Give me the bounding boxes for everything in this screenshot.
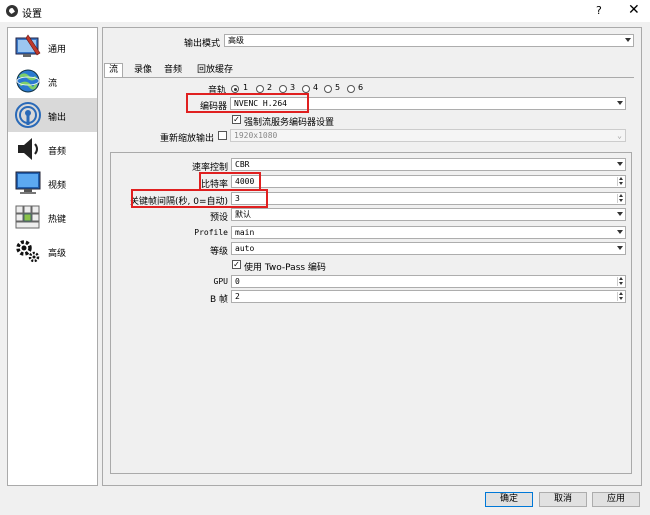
bframes-label: B 帧	[209, 295, 228, 305]
settings-sidebar: 通用 流 输出 音频 视频 热键 高级	[7, 27, 98, 486]
spin-buttons[interactable]	[617, 277, 624, 286]
keyframe-interval-spinbox[interactable]: 3	[231, 192, 626, 205]
two-pass-label: 使用 Two-Pass 编码	[244, 263, 326, 273]
sidebar-item-stream[interactable]: 流	[8, 64, 97, 98]
gpu-spinbox[interactable]: 0	[231, 275, 626, 288]
sidebar-item-label: 视频	[48, 181, 67, 191]
output-mode-select[interactable]: 高级	[224, 34, 634, 47]
audio-track-option-label: 5	[335, 83, 341, 92]
spin-buttons[interactable]	[617, 177, 624, 186]
audio-track-option-label: 3	[290, 83, 296, 92]
title-bar	[0, 0, 650, 22]
spin-buttons[interactable]	[617, 292, 624, 301]
profile-value: main	[235, 228, 255, 237]
spin-down-icon	[619, 297, 623, 300]
sidebar-item-hotkeys[interactable]: 热键	[8, 200, 97, 234]
rescale-value: 1920x1080	[234, 131, 278, 140]
close-button[interactable]: ✕	[628, 2, 640, 18]
sidebar-item-label: 音频	[48, 147, 67, 157]
advanced-icon	[16, 240, 40, 263]
sidebar-item-general[interactable]: 通用	[8, 30, 97, 64]
gpu-label: GPU	[213, 277, 228, 286]
sidebar-item-label: 输出	[48, 113, 67, 123]
sidebar-item-label: 热键	[48, 215, 67, 225]
level-label: 等级	[209, 247, 228, 257]
chevron-down-icon	[617, 246, 623, 250]
rate-control-value: CBR	[235, 160, 250, 169]
sidebar-item-output[interactable]: 输出	[8, 98, 97, 132]
chevron-down-icon	[617, 162, 623, 166]
audio-track-radio-4[interactable]	[302, 85, 310, 93]
spin-down-icon	[619, 182, 623, 185]
audio-track-radio-5[interactable]	[324, 85, 332, 93]
sidebar-item-audio[interactable]: 音频	[8, 132, 97, 166]
audio-icon	[18, 138, 38, 160]
preset-label: 预设	[209, 213, 228, 223]
ok-button[interactable]: 确定	[485, 492, 533, 507]
chevron-down-icon: ⌄	[617, 131, 622, 140]
gpu-value: 0	[235, 277, 240, 286]
chevron-down-icon	[617, 212, 623, 216]
tab-audio[interactable]: 音频	[160, 64, 186, 77]
profile-label: Profile	[194, 228, 228, 237]
preset-value: 默认	[235, 210, 251, 219]
audio-track-radio-3[interactable]	[279, 85, 287, 93]
tab-stream[interactable]: 流	[104, 63, 124, 77]
level-value: auto	[235, 244, 255, 253]
audio-track-radio-1[interactable]	[231, 85, 239, 93]
two-pass-checkbox[interactable]	[232, 260, 241, 269]
audio-track-option-label: 1	[243, 83, 249, 92]
output-mode-value: 高级	[228, 36, 244, 45]
chevron-down-icon	[617, 230, 623, 234]
hotkeys-icon	[15, 205, 40, 229]
rescale-label: 重新缩放输出	[159, 134, 214, 144]
sidebar-item-label: 高级	[48, 249, 67, 259]
output-icon	[15, 102, 41, 128]
level-select[interactable]: auto	[231, 242, 626, 255]
help-button[interactable]: ?	[596, 4, 602, 17]
audio-track-radio-6[interactable]	[347, 85, 355, 93]
cancel-button[interactable]: 取消	[539, 492, 587, 507]
spin-down-icon	[619, 282, 623, 285]
audio-track-option-label: 4	[313, 83, 319, 92]
rate-control-select[interactable]: CBR	[231, 158, 626, 171]
profile-select[interactable]: main	[231, 226, 626, 239]
window-title: 设置	[22, 9, 42, 20]
stream-icon	[16, 69, 40, 93]
general-icon	[15, 34, 41, 57]
sidebar-item-label: 通用	[48, 45, 67, 55]
spin-down-icon	[619, 199, 623, 202]
enforce-service-label: 强制流服务编码器设置	[244, 118, 335, 128]
output-mode-label: 输出模式	[183, 39, 220, 49]
spin-up-icon	[619, 277, 623, 280]
keyframe-highlight-box	[131, 189, 268, 208]
rescale-resolution-select: 1920x1080 ⌄	[230, 129, 626, 142]
sidebar-item-advanced[interactable]: 高级	[8, 234, 97, 268]
tab-recording[interactable]: 录像	[130, 64, 156, 77]
bframes-spinbox[interactable]: 2	[231, 290, 626, 303]
spin-buttons[interactable]	[617, 194, 624, 203]
obs-logo-icon	[6, 5, 18, 17]
sidebar-item-video[interactable]: 视频	[8, 166, 97, 200]
bitrate-spinbox[interactable]: 4000	[231, 175, 626, 188]
audio-track-radio-2[interactable]	[256, 85, 264, 93]
bframes-value: 2	[235, 292, 240, 301]
apply-button[interactable]: 应用	[592, 492, 640, 507]
video-icon	[15, 171, 41, 194]
audio-track-option-label: 6	[358, 83, 364, 92]
preset-select[interactable]: 默认	[231, 208, 626, 221]
audio-track-option-label: 2	[267, 83, 273, 92]
sidebar-item-label: 流	[48, 79, 58, 89]
enforce-service-checkbox[interactable]	[232, 115, 241, 124]
encoder-highlight-box	[186, 93, 309, 113]
spin-up-icon	[619, 194, 623, 197]
spin-up-icon	[619, 292, 623, 295]
chevron-down-icon	[617, 101, 623, 105]
spin-up-icon	[619, 177, 623, 180]
chevron-down-icon	[625, 38, 631, 42]
rescale-checkbox[interactable]	[218, 131, 227, 140]
tab-divider	[104, 77, 634, 78]
tab-replay-buffer[interactable]: 回放缓存	[193, 64, 237, 77]
